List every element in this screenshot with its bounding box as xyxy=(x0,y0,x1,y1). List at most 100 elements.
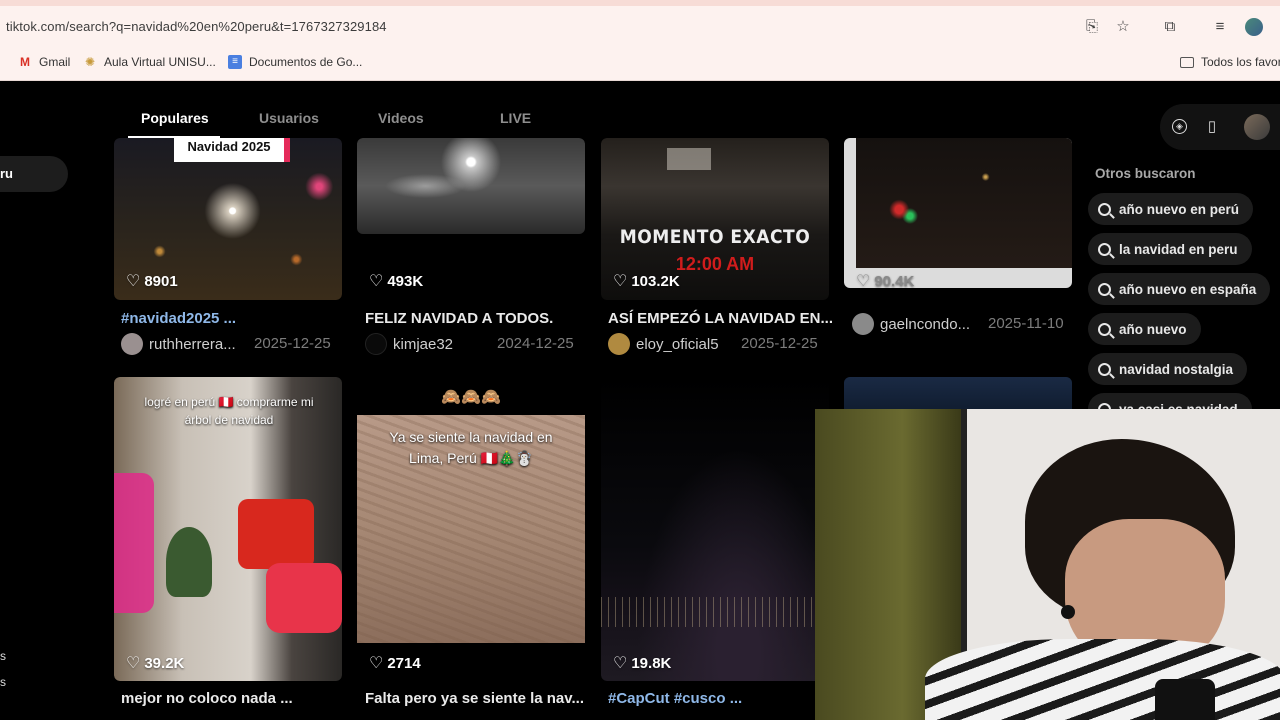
suggestion-label: año nuevo xyxy=(1119,321,1187,337)
suggestion-label: la navidad en peru xyxy=(1119,241,1238,257)
webcam-overlay xyxy=(815,409,1280,720)
others-searched-title: Otros buscaron xyxy=(1095,166,1196,181)
search-icon xyxy=(1098,242,1111,256)
sidebar-fragment: s xyxy=(0,675,6,689)
video-description[interactable]: #navidad2025 ... xyxy=(121,310,236,327)
tab-usuarios[interactable]: Usuarios xyxy=(259,110,319,126)
search-icon xyxy=(1098,282,1111,296)
thumbnail-emoji: 🙈🙈🙈 xyxy=(441,389,501,406)
profile-avatar-icon[interactable] xyxy=(1245,18,1263,36)
video-description[interactable]: #CapCut #cusco ... xyxy=(608,690,742,707)
install-app-icon[interactable]: ⎘ xyxy=(1083,18,1101,36)
video-description[interactable]: ASÍ EMPEZÓ LA NAVIDAD EN... xyxy=(608,310,833,327)
avatar xyxy=(365,333,387,355)
video-description[interactable]: FELIZ NAVIDAD A TODOS. xyxy=(365,310,553,327)
city-lights-shape xyxy=(601,597,829,627)
search-tabs: Populares Usuarios Videos LIVE xyxy=(0,82,1080,138)
suggestion-chip[interactable]: navidad nostalgia xyxy=(1088,353,1248,385)
like-value: 103.2K xyxy=(631,272,680,290)
video-date: 2025-12-25 xyxy=(741,335,818,352)
webcam-person-shirt xyxy=(925,639,1280,720)
like-count: ♡ 8901 xyxy=(126,271,178,291)
like-value: 493K xyxy=(387,272,424,290)
author-name: ruthherrera... xyxy=(149,335,236,353)
extensions-icon[interactable]: ⧉ xyxy=(1161,18,1179,36)
bookmark-label: Documentos de Go... xyxy=(249,55,363,69)
like-count: ♡ 39.2K xyxy=(126,653,184,673)
microphone-shape xyxy=(1155,679,1215,720)
video-card[interactable]: logré en perú 🇵🇪 comprarme mi árbol de n… xyxy=(114,377,342,681)
like-value: 39.2K xyxy=(144,654,185,672)
folder-icon xyxy=(1180,56,1194,68)
video-card[interactable]: 🙈🙈🙈 Ya se siente la navidad en Lima, Per… xyxy=(357,377,585,681)
video-author[interactable]: eloy_oficial5 xyxy=(608,333,719,355)
url-text[interactable]: tiktok.com/search?q=navidad%20en%20peru&… xyxy=(6,19,387,34)
video-description[interactable]: mejor no coloco nada ... xyxy=(121,690,293,707)
thumbnail-overlay-text: Ya se siente la navidad en Lima, Perú 🇵🇪… xyxy=(389,429,553,466)
small-tree-shape xyxy=(166,527,212,597)
address-bar[interactable]: tiktok.com/search?q=navidad%20en%20peru&… xyxy=(0,6,1280,46)
like-count: ♡ 103.2K xyxy=(613,271,680,291)
thumbnail-overlay-text: MOMENTO EXACTO xyxy=(619,226,811,248)
bookmark-label: Todos los favor xyxy=(1201,55,1280,69)
bookmark-folder-all[interactable]: Todos los favor xyxy=(1180,55,1280,69)
bookmark-gmail[interactable]: M Gmail xyxy=(18,55,70,69)
thumbnail-overlay-text: Navidad 2025 xyxy=(174,138,290,162)
sidebar-item-partial[interactable]: ru xyxy=(0,156,68,192)
bookmark-documentos[interactable]: ≡ Documentos de Go... xyxy=(228,55,362,69)
tab-populares[interactable]: Populares xyxy=(141,110,209,126)
tiktok-search-page: Populares Usuarios Videos LIVE ru s s ◈ … xyxy=(0,82,1280,720)
bookmark-aula-virtual[interactable]: ✺ Aula Virtual UNISU... xyxy=(83,55,216,69)
search-icon xyxy=(1098,322,1111,336)
suggestion-label: navidad nostalgia xyxy=(1119,361,1234,377)
suggestion-label: año nuevo en españa xyxy=(1119,281,1257,297)
user-avatar-icon[interactable] xyxy=(1244,114,1270,140)
like-value: 90.4K xyxy=(874,272,915,289)
video-thumbnail xyxy=(601,377,829,681)
video-card[interactable]: MOMENTO EXACTO 12:00 AM ♡ 103.2K xyxy=(601,138,829,300)
bookmarks-bar: M Gmail ✺ Aula Virtual UNISU... ≡ Docume… xyxy=(0,46,1280,81)
building-shape xyxy=(667,148,711,170)
suggestion-chip[interactable]: año nuevo en españa xyxy=(1088,273,1271,305)
avatar xyxy=(852,313,874,335)
author-name: gaelncondo... xyxy=(880,315,971,333)
video-thumbnail: 🙈🙈🙈 Ya se siente la navidad en Lima, Per… xyxy=(357,377,585,681)
like-count: ♡ 493K xyxy=(369,271,423,291)
like-count: ♡ 19.8K xyxy=(613,653,671,673)
suggestion-chip[interactable]: año nuevo xyxy=(1088,313,1201,345)
thumbnail-overlay-text: logré en perú 🇵🇪 comprarme mi árbol de n… xyxy=(144,395,314,427)
video-author[interactable]: kimjae32 xyxy=(365,333,453,355)
avatar xyxy=(121,333,143,355)
heart-icon: ♡ xyxy=(369,273,384,290)
video-card[interactable]: Navidad 2025 ♡ 8901 xyxy=(114,138,342,300)
video-card[interactable]: ♡ 90.4K xyxy=(844,138,1072,288)
video-author[interactable]: gaelncondo... xyxy=(852,313,970,335)
bookmark-star-icon[interactable]: ☆ xyxy=(1114,18,1132,36)
video-author[interactable]: ruthherrera... xyxy=(121,333,236,355)
tab-live[interactable]: LIVE xyxy=(500,110,531,126)
heart-icon: ♡ xyxy=(613,655,628,672)
earbud-shape xyxy=(1061,605,1075,619)
media-queue-icon[interactable]: ≡ xyxy=(1211,18,1229,36)
video-card[interactable]: ♡ 19.8K xyxy=(601,377,829,681)
video-frame xyxy=(856,138,1072,268)
like-count: ♡ 2714 xyxy=(369,653,421,673)
tab-videos[interactable]: Videos xyxy=(378,110,424,126)
suggestion-chip[interactable]: año nuevo en perú xyxy=(1088,193,1254,225)
gmail-icon: M xyxy=(20,55,30,69)
bookmark-label: Gmail xyxy=(39,55,71,69)
video-card[interactable]: ♡ 493K xyxy=(357,138,585,300)
heart-icon: ♡ xyxy=(856,273,871,288)
suggestion-label: año nuevo en perú xyxy=(1119,201,1240,217)
pink-hanger-shape xyxy=(114,473,154,613)
suggestion-chip[interactable]: la navidad en peru xyxy=(1088,233,1252,265)
video-description[interactable]: Falta pero ya se siente la nav... xyxy=(365,690,584,707)
like-value: 2714 xyxy=(387,654,421,672)
docs-icon: ≡ xyxy=(228,55,242,69)
compass-icon[interactable]: ◈ xyxy=(1172,119,1187,134)
red-shirt-shape xyxy=(238,499,314,569)
search-icon xyxy=(1098,362,1111,376)
video-date: 2024-12-25 xyxy=(497,335,574,352)
avatar xyxy=(608,333,630,355)
mobile-icon[interactable]: ▯ xyxy=(1203,118,1221,136)
